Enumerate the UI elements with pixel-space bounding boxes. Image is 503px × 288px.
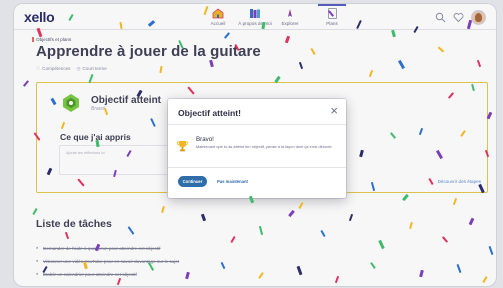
not-now-button[interactable]: Pas maintenant	[217, 179, 248, 184]
goal-achieved-dialog: Objectif atteint! × Bravo! Maintenant qu…	[168, 99, 346, 198]
divider	[168, 167, 346, 168]
dialog-description: Maintenant que tu as atteint ton objecti…	[196, 144, 333, 149]
dialog-bravo: Bravo!	[196, 136, 214, 143]
continue-button[interactable]: Continuer	[178, 176, 207, 187]
trophy-icon	[177, 141, 188, 152]
dialog-title: Objectif atteint!	[178, 108, 242, 118]
divider	[168, 124, 346, 125]
close-icon[interactable]: ×	[330, 104, 338, 117]
